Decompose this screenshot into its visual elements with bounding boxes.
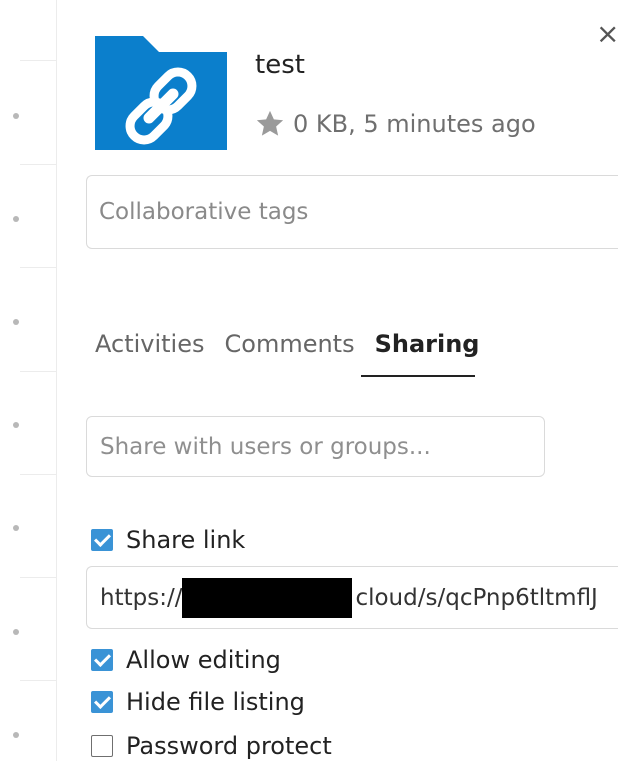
row-dot[interactable] <box>13 216 19 222</box>
shared-folder-icon <box>95 36 227 150</box>
sidebar-tabs: Activities Comments Sharing <box>95 330 500 380</box>
link-suffix: cloud/s/qcPnp6tltmflJ <box>355 584 598 611</box>
hide-file-listing-label: Hide file listing <box>126 688 305 716</box>
tags-placeholder: Collaborative tags <box>99 199 309 225</box>
row-dot[interactable] <box>13 422 19 428</box>
password-protect-option[interactable]: Password protect <box>91 731 332 761</box>
tab-activities[interactable]: Activities <box>95 330 205 376</box>
file-meta: 0 KB, 5 minutes ago <box>255 108 536 140</box>
file-size-date: 0 KB, 5 minutes ago <box>293 110 536 138</box>
file-name: test <box>255 50 305 80</box>
row-dot[interactable] <box>13 629 19 635</box>
row-divider <box>20 164 56 165</box>
row-divider <box>20 474 56 475</box>
allow-editing-label: Allow editing <box>126 646 281 674</box>
share-with-input[interactable]: Share with users or groups... <box>86 416 545 477</box>
allow-editing-checkbox[interactable] <box>91 649 113 671</box>
close-button[interactable]: × <box>596 18 618 50</box>
redacted-box <box>182 577 353 618</box>
hide-file-listing-option[interactable]: Hide file listing <box>91 687 305 717</box>
file-list-edge <box>0 0 57 761</box>
share-link-option[interactable]: Share link <box>91 525 245 555</box>
password-protect-checkbox[interactable] <box>91 735 113 757</box>
tab-sharing[interactable]: Sharing <box>375 330 480 376</box>
row-divider <box>20 680 56 681</box>
row-dot[interactable] <box>13 113 19 119</box>
password-protect-label: Password protect <box>126 732 332 760</box>
share-link-checkbox[interactable] <box>91 529 113 551</box>
row-dot[interactable] <box>13 732 19 738</box>
row-dot[interactable] <box>13 319 19 325</box>
details-sidebar: × test 0 KB, 5 minutes ago Collaborative… <box>57 0 618 761</box>
star-icon[interactable] <box>255 109 285 139</box>
share-placeholder: Share with users or groups... <box>100 433 431 460</box>
active-tab-indicator <box>361 375 475 377</box>
collaborative-tags-input[interactable]: Collaborative tags <box>86 175 618 249</box>
share-link-field[interactable]: https:// cloud/s/qcPnp6tltmflJ <box>86 566 618 629</box>
link-prefix: https:// <box>100 584 183 611</box>
row-divider <box>20 267 56 268</box>
row-divider <box>20 60 56 61</box>
hide-file-listing-checkbox[interactable] <box>91 691 113 713</box>
allow-editing-option[interactable]: Allow editing <box>91 645 281 675</box>
row-dot[interactable] <box>13 525 19 531</box>
share-link-label: Share link <box>126 526 246 554</box>
row-divider <box>20 577 56 578</box>
tab-comments[interactable]: Comments <box>225 330 355 376</box>
row-divider <box>20 371 56 372</box>
